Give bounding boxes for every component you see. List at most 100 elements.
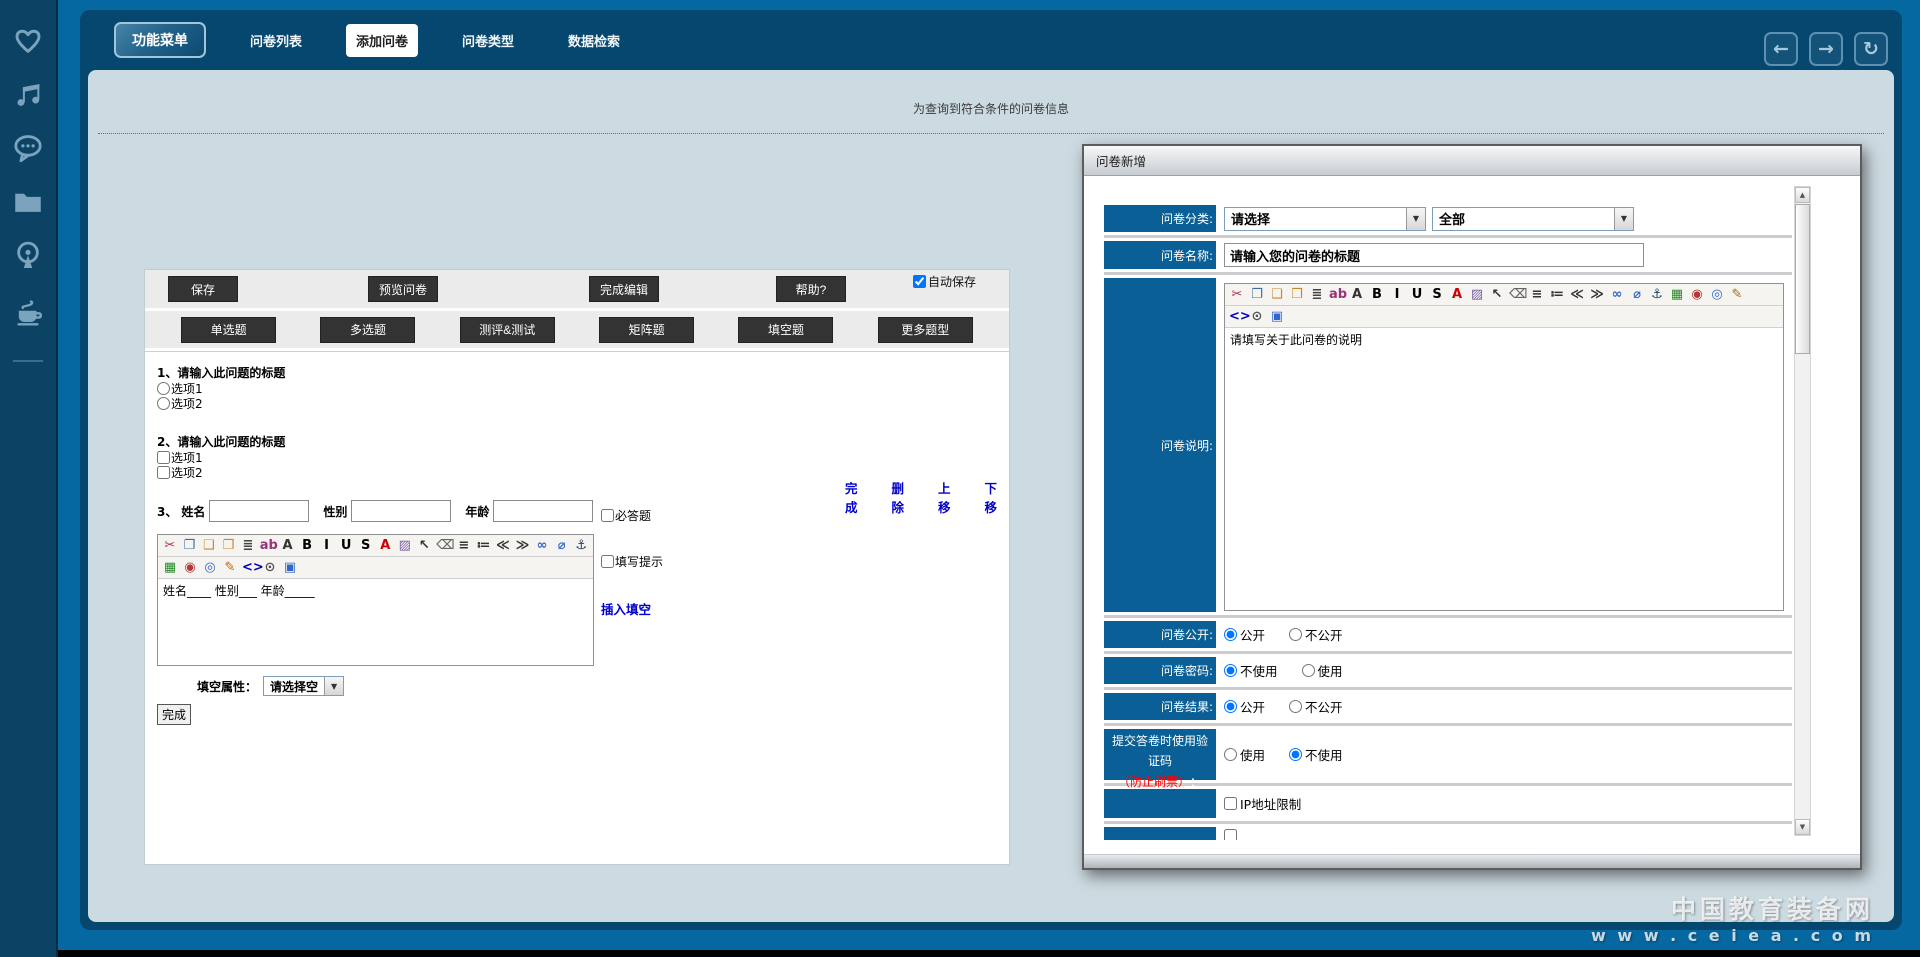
anchor-icon[interactable]: ⚓ — [1649, 287, 1665, 302]
outdent-icon[interactable]: ≪ — [1569, 287, 1585, 302]
strikethrough-icon[interactable]: S — [1429, 287, 1445, 302]
indent-icon[interactable]: ≫ — [1589, 287, 1605, 302]
forward-button[interactable]: → — [1809, 32, 1843, 66]
ip-limit-checkbox[interactable] — [1224, 797, 1237, 810]
bg-color-icon[interactable]: ▨ — [1469, 287, 1485, 302]
back-button[interactable]: ← — [1764, 32, 1798, 66]
image-icon[interactable]: ▦ — [1669, 287, 1685, 302]
underline-icon[interactable]: U — [1409, 287, 1425, 302]
clipped-checkbox[interactable] — [1224, 829, 1237, 840]
media-icon[interactable]: ◎ — [1709, 287, 1725, 302]
refresh-button[interactable]: ↻ — [1854, 32, 1888, 66]
option-radio[interactable] — [157, 382, 170, 395]
find-replace-icon[interactable]: ab — [1329, 287, 1345, 302]
tab-survey-type[interactable]: 问卷类型 — [452, 24, 524, 57]
edit-box-icon[interactable]: ✎ — [1729, 287, 1745, 302]
edit-link[interactable]: 上移 — [938, 478, 963, 516]
source-icon[interactable]: <> — [1229, 309, 1245, 324]
list-icon[interactable]: ≔ — [476, 538, 492, 553]
preview-survey-button[interactable]: 预览问卷 — [368, 276, 438, 302]
font-size-icon[interactable]: A — [1349, 287, 1365, 302]
blank-attr-select[interactable]: 请选择空 ▼ — [263, 676, 344, 696]
survey-name-input[interactable] — [1224, 243, 1644, 267]
question-done-button[interactable]: 完成 — [157, 704, 191, 725]
anchor-icon[interactable]: ⚓ — [573, 538, 589, 553]
eraser-icon[interactable]: ⌫ — [436, 538, 452, 553]
gender-field[interactable] — [351, 500, 451, 522]
music-icon[interactable] — [8, 74, 48, 114]
edit-link[interactable]: 完成 — [845, 478, 870, 516]
tab-data-search[interactable]: 数据检索 — [558, 24, 630, 57]
help-button[interactable]: 帮助? — [776, 276, 846, 302]
scroll-up-icon[interactable]: ▲ — [1795, 187, 1810, 203]
templates-icon[interactable]: ≣ — [240, 538, 256, 553]
password-on-radio[interactable] — [1302, 664, 1315, 677]
option-checkbox[interactable] — [157, 451, 170, 464]
paste-icon[interactable]: ❑ — [1269, 287, 1285, 302]
edit-link[interactable]: 下移 — [985, 478, 1010, 516]
coffee-icon[interactable] — [8, 290, 48, 330]
maximize-icon[interactable]: ▣ — [282, 560, 298, 575]
cut-icon[interactable]: ✂ — [1229, 287, 1245, 302]
dialog-scrollbar[interactable]: ▲ ▼ — [1794, 186, 1811, 836]
link-icon[interactable]: ∞ — [1609, 287, 1625, 302]
link-icon[interactable]: ∞ — [534, 538, 550, 553]
function-menu-button[interactable]: 功能菜单 — [114, 22, 206, 58]
hint-checkbox[interactable] — [601, 555, 614, 568]
captcha-on-radio[interactable] — [1224, 748, 1237, 761]
text-color-icon[interactable]: A — [1449, 287, 1465, 302]
question-type-button[interactable]: 多选题 — [320, 317, 415, 343]
select-icon[interactable]: ↖ — [417, 538, 433, 553]
font-size-icon[interactable]: A — [280, 538, 296, 553]
public-no-radio[interactable] — [1289, 628, 1302, 641]
outdent-icon[interactable]: ≪ — [495, 538, 511, 553]
public-yes-radio[interactable] — [1224, 628, 1237, 641]
preview-icon[interactable]: ⊙ — [262, 560, 278, 575]
result-public-radio[interactable] — [1224, 700, 1237, 713]
paste-word-icon[interactable]: ❒ — [221, 538, 237, 553]
password-off-radio[interactable] — [1224, 664, 1237, 677]
tab-add-survey[interactable]: 添加问卷 — [346, 24, 418, 57]
chat-icon[interactable] — [8, 128, 48, 168]
option-radio[interactable] — [157, 397, 170, 410]
question-type-button[interactable]: 单选题 — [181, 317, 276, 343]
media-icon[interactable]: ◎ — [202, 560, 218, 575]
bold-icon[interactable]: B — [1369, 287, 1385, 302]
name-field[interactable] — [209, 500, 309, 522]
eraser-icon[interactable]: ⌫ — [1509, 287, 1525, 302]
heart-icon[interactable] — [8, 20, 48, 60]
question-type-button[interactable]: 填空题 — [738, 317, 833, 343]
indent-icon[interactable]: ≫ — [515, 538, 531, 553]
insert-blank-link[interactable]: 插入填空 — [601, 599, 663, 618]
flash-icon[interactable]: ◉ — [182, 560, 198, 575]
required-checkbox[interactable] — [601, 509, 614, 522]
copy-icon[interactable]: ❐ — [1249, 287, 1265, 302]
captcha-off-radio[interactable] — [1289, 748, 1302, 761]
list-icon[interactable]: ≔ — [1549, 287, 1565, 302]
option-checkbox[interactable] — [157, 466, 170, 479]
result-private-radio[interactable] — [1289, 700, 1302, 713]
cut-icon[interactable]: ✂ — [162, 538, 178, 553]
paste-word-icon[interactable]: ❒ — [1289, 287, 1305, 302]
italic-icon[interactable]: I — [1389, 287, 1405, 302]
desc-editor-content[interactable]: 请填写关于此问卷的说明 — [1225, 328, 1783, 610]
dialog-titlebar[interactable]: 问卷新增 — [1084, 146, 1860, 176]
bg-color-icon[interactable]: ▨ — [397, 538, 413, 553]
question-type-button[interactable]: 测评&测试 — [460, 317, 555, 343]
templates-icon[interactable]: ≣ — [1309, 287, 1325, 302]
italic-icon[interactable]: I — [319, 538, 335, 553]
category-select[interactable]: 请选择 ▼ — [1224, 207, 1426, 231]
bold-icon[interactable]: B — [299, 538, 315, 553]
autosave-checkbox[interactable] — [913, 275, 926, 288]
unlink-icon[interactable]: ⌀ — [554, 538, 570, 553]
age-field[interactable] — [493, 500, 593, 522]
copy-icon[interactable]: ❐ — [182, 538, 198, 553]
save-button[interactable]: 保存 — [168, 276, 238, 302]
question-type-button[interactable]: 更多题型 — [878, 317, 973, 343]
scrollbar-thumb[interactable] — [1795, 204, 1810, 354]
paste-icon[interactable]: ❑ — [201, 538, 217, 553]
edit-link[interactable]: 删除 — [892, 478, 917, 516]
broadcast-icon[interactable] — [8, 236, 48, 276]
underline-icon[interactable]: U — [338, 538, 354, 553]
strikethrough-icon[interactable]: S — [358, 538, 374, 553]
